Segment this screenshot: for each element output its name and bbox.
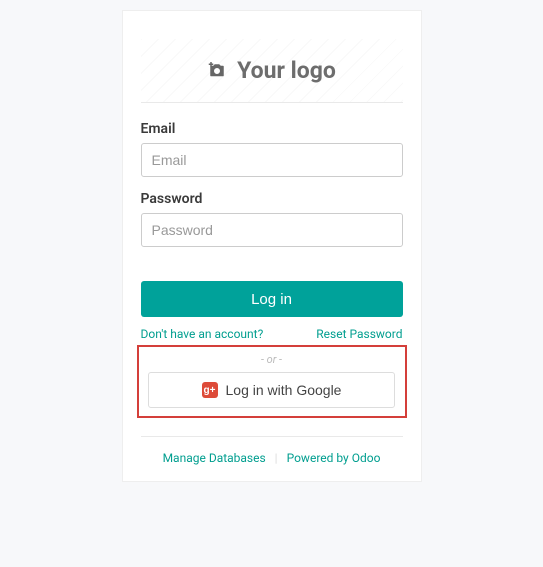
footer-divider: | <box>275 451 278 465</box>
secondary-links: Don't have an account? Reset Password <box>141 327 403 341</box>
or-divider: - or - <box>143 353 401 366</box>
login-form: Email Password Log in Don't have an acco… <box>123 121 421 418</box>
logo-text: Your logo <box>237 57 336 84</box>
reset-password-link[interactable]: Reset Password <box>316 327 402 341</box>
footer: Manage Databases | Powered by Odoo <box>141 436 403 465</box>
email-field[interactable] <box>141 143 403 177</box>
google-login-label: Log in with Google <box>226 382 342 398</box>
oauth-highlight: - or - g+ Log in with Google <box>137 345 407 418</box>
login-button[interactable]: Log in <box>141 281 403 317</box>
logo-area: Your logo <box>141 39 403 103</box>
google-login-button[interactable]: g+ Log in with Google <box>148 372 396 408</box>
powered-by-link[interactable]: Powered by Odoo <box>287 451 381 465</box>
camera-plus-icon <box>207 62 227 80</box>
no-account-link[interactable]: Don't have an account? <box>141 327 264 341</box>
google-plus-icon: g+ <box>202 382 218 398</box>
logo-placeholder[interactable]: Your logo <box>207 57 336 84</box>
login-card: Your logo Email Password Log in Don't ha… <box>122 10 422 482</box>
password-field[interactable] <box>141 213 403 247</box>
password-label: Password <box>141 191 403 207</box>
manage-databases-link[interactable]: Manage Databases <box>163 451 266 465</box>
email-label: Email <box>141 121 403 137</box>
